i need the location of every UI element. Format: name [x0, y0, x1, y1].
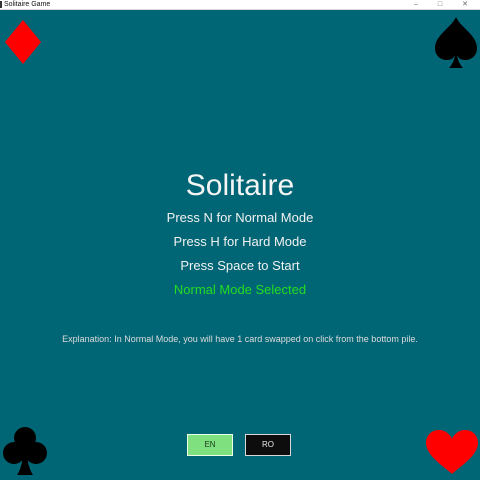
- spade-icon: [435, 17, 477, 68]
- game-window: Solitaire Game – □ ✕ Solitaire Press N f…: [0, 0, 480, 480]
- mode-status: Normal Mode Selected: [173, 282, 307, 297]
- app-icon: [0, 1, 2, 8]
- language-en-button[interactable]: EN: [187, 434, 233, 456]
- club-icon: [3, 427, 47, 475]
- window-title: Solitaire Game: [4, 1, 51, 8]
- language-ro-button[interactable]: RO: [245, 434, 291, 456]
- hard-mode-hint: Press H for Hard Mode: [173, 234, 307, 249]
- maximize-button[interactable]: □: [429, 0, 451, 9]
- mode-explanation: Explanation: In Normal Mode, you will ha…: [62, 334, 418, 344]
- game-title: Solitaire: [185, 169, 295, 202]
- close-button[interactable]: ✕: [454, 0, 476, 9]
- normal-mode-hint: Press N for Normal Mode: [166, 210, 314, 225]
- title-bar: Solitaire Game – □ ✕: [0, 0, 480, 10]
- minimize-button[interactable]: –: [405, 0, 427, 9]
- heart-icon: [426, 430, 478, 474]
- start-hint: Press Space to Start: [180, 258, 300, 273]
- diamond-icon: [5, 20, 41, 64]
